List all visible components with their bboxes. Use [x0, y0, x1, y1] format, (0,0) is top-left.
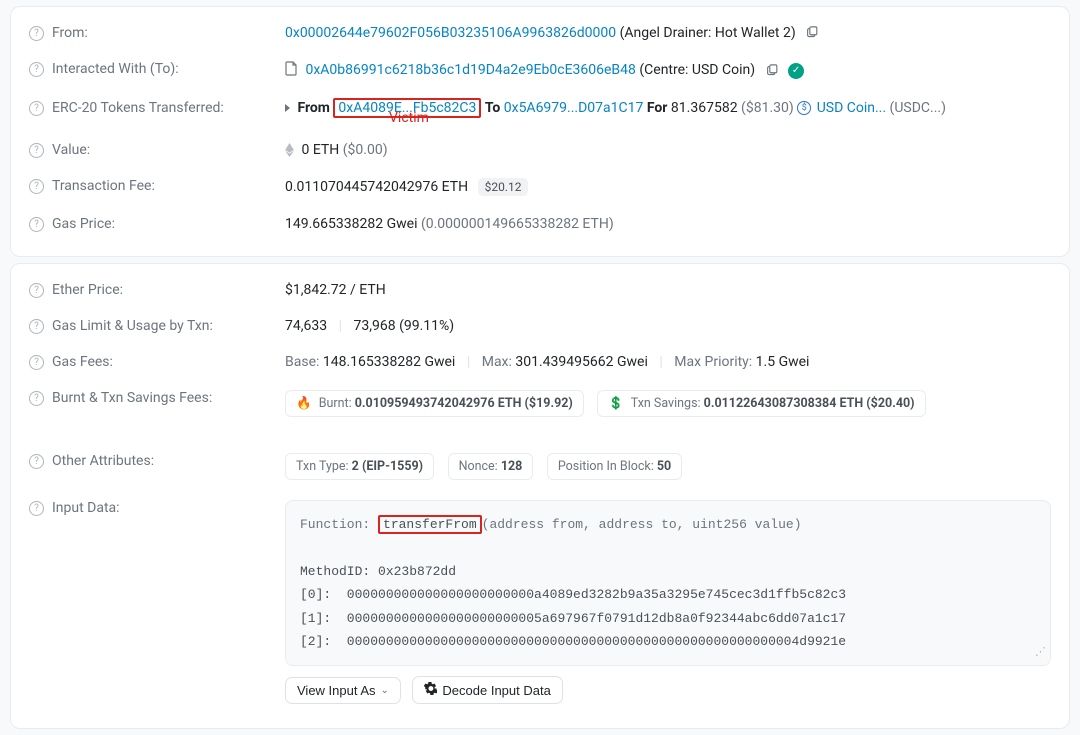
priority-value: 1.5 Gwei [756, 354, 810, 370]
row-burnt: ? Burnt & Txn Savings Fees: 🔥 Burnt: 0.0… [29, 380, 1051, 427]
label-gas-price: Gas Price: [52, 216, 115, 232]
decode-input-button[interactable]: Decode Input Data [412, 676, 562, 704]
row-value: ? Value: 0 ETH ($0.00) [29, 132, 1051, 168]
row-ether-price: ? Ether Price: $1,842.72 / ETH [29, 272, 1051, 308]
function-name-highlight: transferFrom [378, 515, 482, 534]
label-ether-price: Ether Price: [52, 282, 123, 298]
function-signature: (address from, address to, uint256 value… [482, 517, 802, 532]
label-other-attrs: Other Attributes: [52, 453, 154, 469]
btn-label: View Input As [297, 683, 376, 698]
row-other-attributes: ? Other Attributes: Txn Type: 2 (EIP-155… [29, 443, 1051, 490]
input-data-box[interactable]: Function: transferFrom(address from, add… [285, 500, 1051, 666]
max-label: Max: [482, 354, 516, 370]
row-gas-fees: ? Gas Fees: Base: 148.165338282 Gwei | M… [29, 344, 1051, 380]
savings-value: 0.01122643087308384 ETH ($20.40) [704, 396, 915, 411]
txn-details-card-2: ? Ether Price: $1,842.72 / ETH ? Gas Lim… [10, 263, 1070, 729]
position-pill: Position In Block: 50 [547, 453, 682, 480]
copy-icon[interactable] [805, 26, 819, 40]
label-gas-fees: Gas Fees: [52, 354, 113, 370]
base-value: 148.165338282 Gwei [323, 354, 455, 370]
label-to: Interacted With (To): [52, 61, 179, 77]
input-row-1: [1]: 0000000000000000000000005a697967f07… [300, 611, 846, 626]
gas-limit: 74,633 [285, 318, 327, 334]
contract-icon [285, 61, 298, 80]
priority-label: Max Priority: [674, 354, 755, 370]
max-value: 301.439495662 Gwei [515, 354, 647, 370]
caret-right-icon [285, 104, 290, 112]
savings-label: Txn Savings: [631, 396, 704, 411]
separator: | [467, 354, 470, 370]
label-gas-limit: Gas Limit & Usage by Txn: [52, 318, 213, 334]
gas-used: 73,968 (99.11%) [354, 318, 455, 334]
row-from: ? From: 0x00002644e79602F056B03235106A99… [29, 15, 1051, 51]
ether-price-text: $1,842.72 / ETH [285, 282, 1051, 298]
savings-icon: 💲 [608, 396, 624, 411]
help-icon[interactable]: ? [29, 26, 44, 41]
gas-price-text: 149.665338282 Gwei [285, 216, 421, 232]
base-label: Base: [285, 354, 323, 370]
value-text: 0 ETH [301, 142, 339, 158]
help-icon[interactable]: ? [29, 283, 44, 298]
label-value: Value: [52, 142, 90, 158]
help-icon[interactable]: ? [29, 217, 44, 232]
view-input-as-button[interactable]: View Input As ⌄ [285, 677, 401, 704]
help-icon[interactable]: ? [29, 101, 44, 116]
gas-price-eth: (0.000000149665338282 ETH) [421, 216, 614, 232]
from-address-link[interactable]: 0x00002644e79602F056B03235106A9963826d00… [285, 25, 616, 41]
row-to: ? Interacted With (To): 0xA0b86991c6218b… [29, 51, 1051, 90]
burnt-pill: 🔥 Burnt: 0.010959493742042976 ETH ($19.9… [285, 390, 584, 417]
help-icon[interactable]: ? [29, 454, 44, 469]
btn-label: Decode Input Data [442, 683, 550, 698]
row-fee: ? Transaction Fee: 0.011070445742042976 … [29, 168, 1051, 206]
burnt-value: 0.010959493742042976 ETH ($19.92) [355, 396, 573, 411]
method-id: 0x23b872dd [378, 564, 456, 579]
method-id-label: MethodID: [300, 564, 378, 579]
help-icon[interactable]: ? [29, 501, 44, 516]
help-icon[interactable]: ? [29, 143, 44, 158]
fee-text: 0.011070445742042976 ETH [285, 179, 468, 195]
label-input-data: Input Data: [52, 500, 120, 516]
to-address-tag: (Centre: USD Coin) [639, 62, 758, 78]
row-gas-limit: ? Gas Limit & Usage by Txn: 74,633 | 73,… [29, 308, 1051, 344]
label-erc20: ERC-20 Tokens Transferred: [52, 100, 224, 116]
help-icon[interactable]: ? [29, 355, 44, 370]
label-burnt: Burnt & Txn Savings Fees: [52, 390, 212, 406]
input-row-2: [2]: 00000000000000000000000000000000000… [300, 634, 846, 649]
gear-icon [424, 682, 437, 698]
txn-type-pill: Txn Type: 2 (EIP-1559) [285, 453, 434, 480]
help-icon[interactable]: ? [29, 179, 44, 194]
value-usd: ($0.00) [343, 142, 388, 158]
function-label: Function: [300, 517, 378, 532]
fire-icon: 🔥 [296, 396, 312, 411]
label-fee: Transaction Fee: [52, 178, 155, 194]
transfer-from-word: From [297, 100, 333, 116]
burnt-label: Burnt: [319, 396, 355, 411]
help-icon[interactable]: ? [29, 62, 44, 77]
nonce-pill: Nonce: 128 [448, 453, 534, 480]
row-gas-price: ? Gas Price: 149.665338282 Gwei (0.00000… [29, 206, 1051, 242]
savings-pill: 💲 Txn Savings: 0.01122643087308384 ETH (… [597, 390, 925, 417]
chevron-down-icon: ⌄ [381, 685, 389, 696]
fee-usd-badge: $20.12 [478, 178, 529, 196]
eth-icon [285, 143, 294, 157]
help-icon[interactable]: ? [29, 319, 44, 334]
copy-icon[interactable] [765, 64, 779, 78]
verified-icon: ✓ [788, 63, 804, 79]
resize-handle-icon[interactable]: ⋰ [1035, 644, 1046, 664]
input-row-0: [0]: 000000000000000000000000a4089ed3282… [300, 587, 846, 602]
separator: | [659, 354, 662, 370]
label-from: From: [52, 25, 88, 41]
row-input-data: ? Input Data: Function: transferFrom(add… [29, 490, 1051, 714]
separator: | [339, 318, 342, 334]
help-icon[interactable]: ? [29, 391, 44, 406]
to-address-link[interactable]: 0xA0b86991c6218b36c1d19D4a2e9Eb0cE3606eB… [305, 62, 635, 78]
victim-annotation: Victim [389, 110, 1080, 126]
from-address-tag: (Angel Drainer: Hot Wallet 2) [620, 25, 800, 41]
txn-details-card-1: ? From: 0x00002644e79602F056B03235106A99… [10, 6, 1070, 257]
